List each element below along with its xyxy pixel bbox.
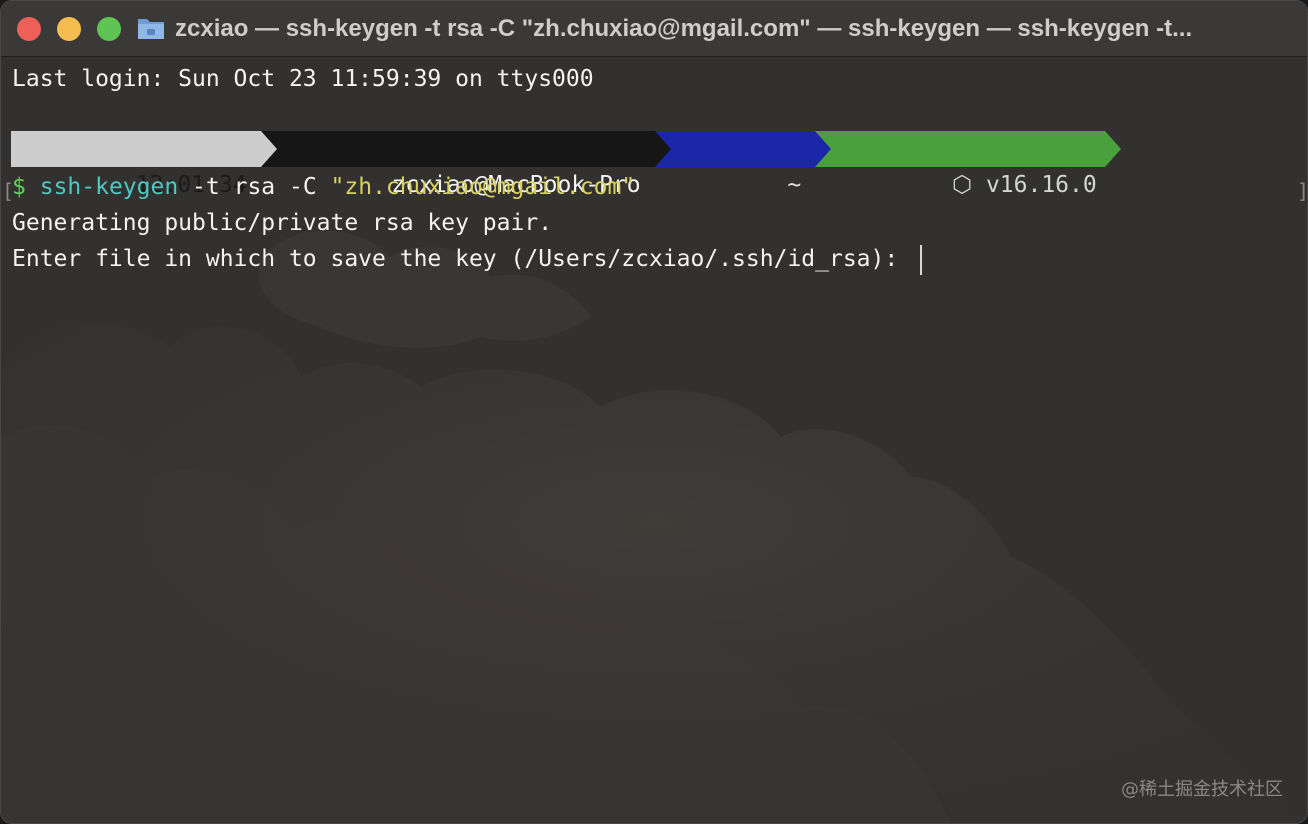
prompt-node-version: ⬡ v16.16.0 — [952, 172, 1097, 198]
prompt-arrow-icon — [654, 131, 671, 167]
command-args: -t rsa -C — [178, 174, 331, 200]
window-title: zcxiao — ssh-keygen -t rsa -C "zh.chuxia… — [175, 15, 1193, 42]
output-line: Generating public/private rsa key pair. — [12, 210, 553, 236]
prompt-arrow-icon — [815, 131, 832, 167]
folder-icon — [138, 19, 164, 39]
prompt-arrow-icon — [1104, 131, 1121, 167]
command-string: "zh.chuxiao@mgail.com" — [330, 174, 636, 200]
prompt-user-segment: zcxiao@MacBook-Pro — [260, 131, 671, 198]
prompt-time-segment: 12:01:34 — [11, 131, 277, 198]
command-name: ssh-keygen — [39, 174, 179, 200]
input-prompt-line[interactable]: Enter file in which to save the key (/Us… — [12, 241, 923, 277]
title-bar: zcxiao — ssh-keygen -t rsa -C "zh.chuxia… — [1, 1, 1307, 57]
last-login-line: Last login: Sun Oct 23 11:59:39 on ttys0… — [12, 66, 594, 92]
terminal-window: zcxiao — ssh-keygen -t rsa -C "zh.chuxia… — [0, 0, 1308, 824]
watermark-text: @稀土掘金技术社区 — [1121, 779, 1283, 800]
prompt-bar: 12:01:34 zcxiao@MacBook-Pro ~ ⬡ v16.16.0 — [11, 131, 1121, 198]
minimize-button[interactable] — [57, 17, 81, 41]
terminal-content[interactable]: Last login: Sun Oct 23 11:59:39 on ttys0… — [1, 57, 1308, 823]
prompt-node-segment: ⬡ v16.16.0 — [815, 131, 1121, 198]
text-cursor — [920, 244, 923, 275]
prompt-dir: ~ — [787, 172, 802, 198]
input-prompt-text: Enter file in which to save the key (/Us… — [12, 246, 913, 272]
maximize-button[interactable] — [97, 17, 121, 41]
line-bracket-right: ] — [1297, 179, 1308, 203]
command-prompt-symbol: $ — [12, 174, 26, 200]
close-button[interactable] — [17, 17, 41, 41]
command-line: $ ssh-keygen -t rsa -C "zh.chuxiao@mgail… — [12, 169, 635, 205]
prompt-arrow-icon — [260, 131, 277, 167]
prompt-dir-segment: ~ — [654, 131, 832, 198]
